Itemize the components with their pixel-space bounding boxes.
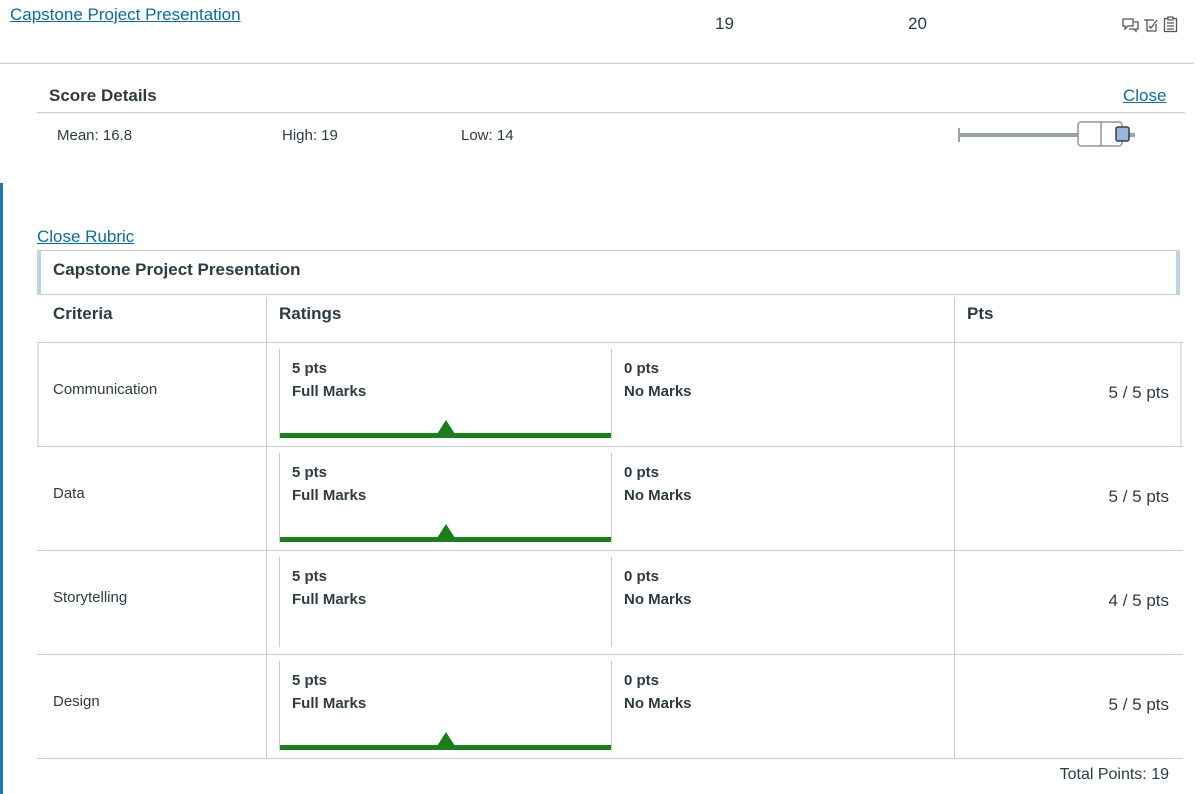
criterion-name: Communication: [53, 381, 158, 398]
selected-indicator: [437, 420, 455, 434]
selected-indicator: [437, 524, 455, 538]
total-points: Total Points: 19: [1059, 766, 1169, 783]
selected-bar: [280, 433, 611, 438]
assignment-link[interactable]: Capstone Project Presentation: [10, 5, 241, 25]
ratings-header: Ratings: [279, 304, 342, 323]
pts-header: Pts: [967, 304, 994, 323]
mean-stat: Mean: 16.8: [57, 127, 133, 144]
criterion-score: 5 / 5 pts: [1108, 383, 1169, 402]
criterion-score: 4 / 5 pts: [1108, 591, 1169, 610]
row-divider: [37, 550, 1183, 551]
rating-pts: 5 pts Full Marks: [292, 360, 367, 400]
accent-bar: [0, 183, 3, 794]
high-stat: High: 19: [282, 127, 338, 144]
rating-no-marks[interactable]: 0 pts No Marks: [624, 565, 692, 611]
col-divider: [266, 297, 267, 758]
col-divider: [954, 297, 955, 758]
score-boxplot: [956, 118, 1138, 155]
row-divider: [37, 342, 1183, 343]
criterion-name: Design: [53, 693, 100, 710]
close-rubric-link[interactable]: Close Rubric: [37, 227, 134, 247]
criterion-score: 5 / 5 pts: [1108, 695, 1169, 714]
rating-no-marks[interactable]: 0 pts No Marks: [624, 669, 692, 715]
rating-no-marks[interactable]: 0 pts No Marks: [624, 357, 692, 403]
selected-bar: [280, 537, 611, 542]
criteria-header: Criteria: [53, 304, 113, 323]
rating-pts: 5 pts Full Marks: [292, 672, 367, 712]
row-left-border: [37, 342, 39, 446]
rating-pts: 5 pts Full Marks: [292, 568, 367, 608]
score-details-close-link[interactable]: Close: [1123, 86, 1166, 106]
row-divider: [37, 446, 1183, 447]
score-details-title: Score Details: [49, 86, 157, 105]
rubric-title: Capstone Project Presentation: [53, 260, 301, 279]
assignment-out-of: 20: [908, 14, 927, 33]
row-icons: [1122, 16, 1179, 33]
divider: [37, 112, 1185, 113]
criterion-score: 5 / 5 pts: [1108, 487, 1169, 506]
row-right-border: [1180, 342, 1182, 446]
low-stat: Low: 14: [461, 127, 514, 144]
row-divider: [37, 654, 1183, 655]
assignment-score: 19: [715, 14, 734, 33]
row-divider: [37, 758, 1183, 759]
rating-no-marks[interactable]: 0 pts No Marks: [624, 461, 692, 507]
rubric-header: Capstone Project Presentation: [37, 250, 1180, 295]
criterion-name: Data: [53, 485, 85, 502]
selected-indicator: [437, 732, 455, 746]
criterion-name: Storytelling: [53, 589, 128, 606]
rubric-check-icon[interactable]: [1142, 16, 1159, 33]
selected-bar: [280, 745, 611, 750]
clipboard-icon[interactable]: [1162, 16, 1179, 33]
rating-pts: 5 pts Full Marks: [292, 464, 367, 504]
comment-icon[interactable]: [1122, 16, 1139, 33]
grade-row: Capstone Project Presentation 19 20: [0, 0, 1194, 64]
